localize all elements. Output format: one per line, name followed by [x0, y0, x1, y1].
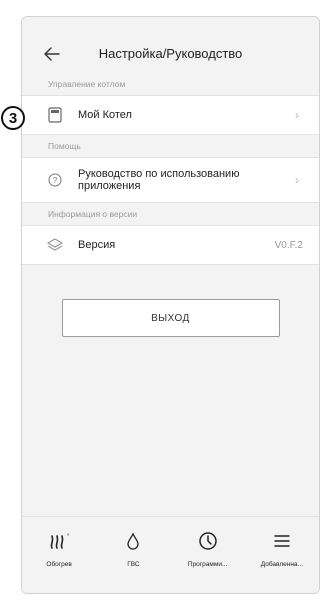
logout-button[interactable]: ВЫХОД [61, 299, 280, 337]
bottom-tab-bar: ° Обогрев ГВС Программи... Добавленна... [22, 516, 319, 593]
svg-text:?: ? [53, 176, 58, 185]
tab-added[interactable]: Добавленна... [245, 517, 319, 593]
water-drop-icon [126, 529, 140, 553]
menu-icon [273, 529, 291, 553]
version-label: Версия [78, 239, 116, 251]
my-boiler-item[interactable]: Мой Котел › [22, 95, 319, 135]
section-label-help: Помощь [48, 141, 81, 151]
user-guide-label: Руководство по использованию приложения [78, 168, 240, 192]
tab-heating[interactable]: ° Обогрев [22, 517, 96, 593]
logout-container: ВЫХОД [22, 299, 319, 337]
help-circle-icon: ? [44, 173, 66, 187]
tab-label: Обогрев [46, 561, 72, 568]
layers-icon [44, 238, 66, 252]
tab-programming[interactable]: Программи... [171, 517, 245, 593]
header: Настройка/Руководство [22, 17, 319, 73]
my-boiler-label: Мой Котел [78, 109, 132, 121]
annotation-badge: 3 [1, 106, 25, 130]
chevron-right-icon: › [295, 108, 299, 122]
version-value: V0.F.2 [274, 239, 303, 251]
user-guide-item[interactable]: ? Руководство по использованию приложени… [22, 157, 319, 203]
version-item: Версия V0.F.2 [22, 225, 319, 265]
svg-text:°: ° [67, 534, 70, 540]
heating-icon: ° [48, 529, 70, 553]
section-label-version: Информация о версии [48, 209, 138, 219]
tab-label: Программи... [187, 561, 228, 568]
chevron-right-icon: › [295, 173, 299, 187]
tab-label: ГВС [127, 561, 140, 568]
boiler-icon [44, 107, 66, 123]
page-title: Настройка/Руководство [98, 46, 243, 61]
tab-label: Добавленна... [260, 561, 303, 568]
app-screen: Настройка/Руководство Управление котлом … [21, 16, 320, 594]
tab-hot-water[interactable]: ГВС [96, 517, 170, 593]
clock-icon [198, 529, 218, 553]
section-label-boiler: Управление котлом [48, 79, 126, 89]
